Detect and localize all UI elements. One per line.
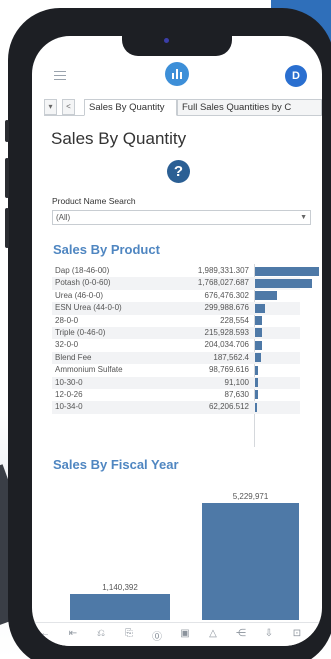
product-value: 676,476.302	[204, 290, 250, 300]
product-value: 187,562.4	[213, 352, 249, 362]
toolbar-bottom: ← ⇤ ⎌ ⎘ ⓪ ▣ △ ⋲ ⇩ ⊡	[32, 622, 322, 646]
product-name: Urea (46-0-0)	[55, 290, 104, 300]
fiscal-year-bar[interactable]	[70, 594, 170, 620]
table-row[interactable]: Urea (46-0-0) 676,476.302	[52, 290, 300, 302]
table-row[interactable]: 10-30-0 91,100	[52, 376, 300, 389]
page-title: Sales By Quantity	[51, 129, 187, 148]
share-icon[interactable]: ⇩	[262, 628, 276, 639]
app-header: D	[32, 56, 322, 96]
product-name-search-select[interactable]: (All) ▼	[52, 210, 311, 225]
product-name: 10-30-0	[55, 377, 83, 387]
undo-icon[interactable]: ←	[38, 628, 52, 639]
sales-by-product-title: Sales By Product	[53, 242, 160, 257]
revert-icon[interactable]: ⇤	[66, 628, 80, 639]
product-value: 91,100	[224, 377, 249, 387]
product-name: 10-34-0	[55, 402, 83, 412]
help-icon[interactable]: ?	[167, 160, 190, 183]
table-row[interactable]: Potash (0-0-60) 1,768,027.687	[52, 277, 312, 290]
product-value: 204,034.706	[204, 340, 250, 350]
product-name: Potash (0-0-60)	[55, 278, 111, 288]
product-name: Dap (18-46-00)	[55, 266, 110, 275]
product-bar[interactable]	[255, 291, 277, 301]
product-bar[interactable]	[255, 316, 263, 326]
product-name: 12-0-26	[55, 389, 83, 399]
product-name: Triple (0-46-0)	[55, 327, 106, 337]
table-row[interactable]: 32-0-0 204,034.706	[52, 339, 300, 351]
bar-chart-logo-icon[interactable]	[165, 62, 189, 86]
table-row[interactable]: 12-0-26 87,630	[52, 389, 300, 401]
table-row[interactable]: 28-0-0 228,554	[52, 315, 300, 327]
fiscal-year-bar[interactable]	[202, 503, 299, 620]
product-bar[interactable]	[255, 278, 312, 288]
fiscal-year-data-label: 5,229,971	[232, 492, 269, 501]
product-value: 62,206.512	[208, 402, 249, 412]
product-bar[interactable]	[255, 266, 319, 276]
alert-icon[interactable]: ⋲	[234, 628, 248, 639]
product-bar[interactable]	[255, 365, 259, 375]
hamburger-icon[interactable]	[54, 71, 66, 80]
product-value: 98,769.616	[208, 365, 249, 375]
tab-sales-by-quantity[interactable]: Sales By Quantity	[84, 99, 177, 116]
filter-label: Product Name Search	[52, 196, 136, 206]
product-bar[interactable]	[255, 340, 262, 350]
product-value: 299,988.676	[204, 303, 250, 313]
product-value: 228,554	[220, 315, 249, 325]
product-bar[interactable]	[255, 378, 258, 388]
product-bar[interactable]	[255, 353, 262, 363]
table-row[interactable]: ESN Urea (44-0-0) 299,988.676	[52, 302, 300, 315]
sales-by-fiscal-year-chart: 1,140,392 5,229,971	[52, 480, 300, 620]
product-bar[interactable]	[255, 402, 257, 412]
product-value: 1,768,027.687	[197, 278, 249, 288]
product-name: Blend Fee	[55, 352, 92, 362]
pause-icon[interactable]: ⎘	[122, 628, 136, 639]
chevron-down-icon[interactable]: ▼	[300, 211, 307, 224]
table-row[interactable]: 10-34-0 62,206.512	[52, 401, 300, 414]
product-value: 215,928.593	[204, 327, 250, 337]
table-row[interactable]: Blend Fee 187,562.4	[52, 351, 300, 365]
comment-icon[interactable]: ▣	[178, 628, 192, 639]
phone-frame: D ▾ < Sales By Quantity Full Sales Quant…	[5, 8, 331, 659]
product-bar[interactable]	[255, 390, 258, 400]
phone-notch	[122, 36, 232, 56]
tab-full-sales-quantities[interactable]: Full Sales Quantities by C	[177, 99, 322, 116]
page-background: D ▾ < Sales By Quantity Full Sales Quant…	[0, 0, 331, 659]
download-icon[interactable]: ⊡	[290, 628, 304, 639]
product-value: 1,989,331.307	[197, 266, 249, 275]
product-name: 32-0-0	[55, 340, 79, 350]
table-row[interactable]: Dap (18-46-00) 1,989,331.307	[52, 265, 319, 277]
phone-side-button	[5, 158, 9, 198]
product-bar[interactable]	[255, 328, 262, 338]
metrics-icon[interactable]: △	[206, 628, 220, 639]
camera-icon	[164, 38, 169, 43]
phone-side-button	[5, 120, 9, 142]
product-bar[interactable]	[255, 303, 265, 313]
table-row[interactable]: Triple (0-46-0) 215,928.593	[52, 326, 300, 340]
sales-by-fiscal-year-title: Sales By Fiscal Year	[53, 457, 179, 472]
phone-side-button	[5, 208, 9, 248]
sales-by-product-chart: Dap (18-46-00) 1,989,331.307 Potash (0-0-6…	[52, 265, 319, 414]
product-name: Ammonium Sulfate	[55, 365, 123, 375]
table-row[interactable]: Ammonium Sulfate 98,769.616	[52, 364, 300, 376]
refresh-icon[interactable]: ⓪	[150, 628, 164, 643]
phone-screen: D ▾ < Sales By Quantity Full Sales Quant…	[32, 36, 322, 646]
product-value: 87,630	[224, 389, 249, 399]
avatar[interactable]: D	[285, 65, 307, 87]
tab-list-dropdown-icon[interactable]: ▾	[44, 99, 57, 115]
product-name: 28-0-0	[55, 315, 79, 325]
redo-icon[interactable]: ⎌	[94, 628, 108, 639]
product-name: ESN Urea (44-0-0)	[55, 303, 122, 313]
tab-bar: ▾ < Sales By Quantity Full Sales Quantit…	[44, 99, 322, 116]
filter-value: (All)	[56, 213, 71, 222]
tab-scroll-left-button[interactable]: <	[62, 99, 75, 115]
fiscal-year-data-label: 1,140,392	[102, 583, 138, 593]
